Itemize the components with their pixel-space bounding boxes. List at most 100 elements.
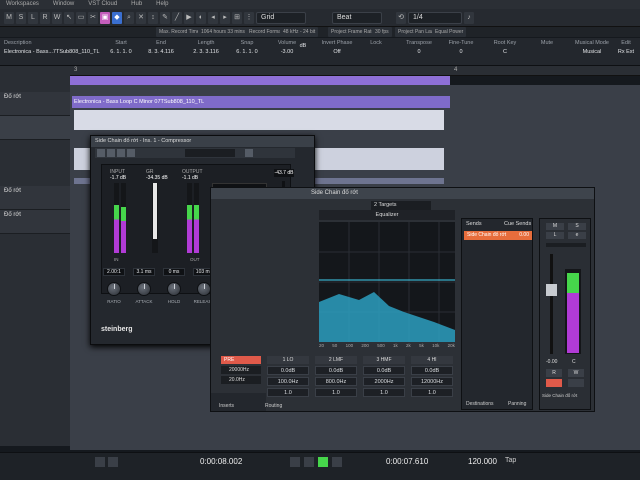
solo-button[interactable]: S (568, 223, 586, 230)
col-value[interactable]: 0 (404, 49, 434, 55)
track-header[interactable]: Đố rớt (0, 210, 70, 234)
threshold-value[interactable]: -43.7 dB (274, 169, 294, 177)
plugin-title-bar[interactable]: Side Chain đố rớt - Ins. 1 - Compressor (91, 136, 314, 147)
eq-spectrum-display[interactable] (319, 222, 455, 342)
info-rootkey[interactable]: Root Key C (490, 40, 520, 55)
destinations-tab[interactable]: Destinations (466, 401, 494, 407)
info-musical-mode[interactable]: Musical Mode Musical (572, 40, 612, 55)
read-button[interactable]: R (40, 11, 50, 24)
zoom-tool-icon[interactable]: ⌕ (124, 11, 134, 24)
line-tool-icon[interactable]: ╱ (172, 11, 182, 24)
tap-button[interactable]: Tap (505, 457, 525, 469)
eq-band-q[interactable]: 1.0 (315, 388, 357, 397)
tempo-display[interactable]: 120.000 (468, 457, 508, 469)
sends-tab[interactable]: Sends (466, 221, 482, 227)
snap-icon[interactable]: ⊞ (232, 11, 242, 24)
play-icon[interactable] (318, 457, 328, 467)
eq-band-freq[interactable]: 100.0Hz (267, 377, 309, 386)
info-length[interactable]: Length 2. 3. 3.116 (186, 40, 226, 55)
hicut-value[interactable]: 20000Hz (221, 366, 261, 374)
cue-sends-tab[interactable]: Cue Sends (504, 221, 531, 227)
track-name[interactable]: Đố rớt (4, 212, 21, 218)
volume-value[interactable]: -0.00 (546, 359, 557, 365)
param-value[interactable]: 2.00:1 (103, 268, 125, 276)
eq-band-header[interactable]: 1 LO (267, 356, 309, 364)
eq-band-gain[interactable]: 0.0dB (363, 366, 405, 375)
cycle-range[interactable] (70, 76, 450, 85)
param-knob[interactable] (167, 282, 181, 296)
preset-field[interactable] (185, 149, 235, 157)
channel-title-bar[interactable]: Side Chain đố rớt (211, 188, 594, 199)
read-icon[interactable] (117, 149, 125, 157)
color-tool-icon[interactable]: ◐ (196, 11, 206, 24)
col-value[interactable]: Rx Ext (614, 49, 638, 55)
info-end[interactable]: End 8. 3. 4.116 (142, 40, 180, 55)
preset-menu-icon[interactable] (245, 149, 253, 157)
mute-button[interactable]: M (546, 223, 564, 230)
send-target[interactable]: Side Chain đố rớt (467, 232, 506, 238)
edit-button[interactable]: e (568, 232, 586, 239)
pre-button[interactable]: PRE (221, 356, 261, 364)
col-value[interactable]: 2. 3. 3.116 (186, 49, 226, 55)
write-button[interactable]: W (568, 369, 584, 377)
grid-select[interactable]: Grid (256, 11, 306, 24)
mute-tool-icon[interactable]: ✕ (136, 11, 146, 24)
col-value[interactable]: 8. 3. 4.116 (142, 49, 180, 55)
fader-handle[interactable] (546, 284, 557, 296)
object-select-icon[interactable]: ↖ (64, 11, 74, 24)
locator-display[interactable]: 0:00:07.610 (386, 457, 446, 469)
eq-band-q[interactable]: 1.0 (411, 388, 453, 397)
track-header[interactable]: Đố rớt (0, 186, 70, 210)
inserts-tab[interactable]: Inserts (219, 403, 234, 409)
menu-hub[interactable]: Hub (131, 0, 142, 9)
param-value[interactable]: 3.1 ms (133, 268, 155, 276)
glue-tool-icon[interactable]: ▣ (100, 11, 110, 24)
col-value[interactable]: C (490, 49, 520, 55)
bypass-icon[interactable] (107, 149, 115, 157)
erase-tool-icon[interactable]: ◆ (112, 11, 122, 24)
quantize-apply-icon[interactable]: ♪ (464, 11, 474, 24)
track-name[interactable]: Đố rớt (4, 94, 21, 100)
eq-band-gain[interactable]: 0.0dB (267, 366, 309, 375)
rewind-icon[interactable] (95, 457, 105, 467)
eq-band-q[interactable]: 1.0 (267, 388, 309, 397)
record-icon[interactable] (332, 457, 342, 467)
eq-band-header[interactable]: 3 HMF (363, 356, 405, 364)
col-value[interactable]: Electronica - Bass...7TSub808_110_TL (4, 49, 104, 55)
eq-band-freq[interactable]: 2000Hz (363, 377, 405, 386)
timewarp-icon[interactable]: ↕ (148, 11, 158, 24)
track-header[interactable]: Đố rớt (0, 92, 70, 116)
param-knob[interactable] (137, 282, 151, 296)
info-description[interactable]: Description Electronica - Bass...7TSub808… (4, 40, 104, 55)
read-button[interactable]: R (546, 369, 562, 377)
info-edit[interactable]: Edit Rx Ext (614, 40, 638, 55)
range-tool-icon[interactable]: ▭ (76, 11, 86, 24)
eq-band-q[interactable]: 1.0 (363, 388, 405, 397)
quantize-icon[interactable]: ⟲ (396, 11, 406, 24)
menu-vst-cloud[interactable]: VST Cloud (88, 0, 117, 9)
send-level[interactable]: 0.00 (519, 231, 529, 240)
record-enable-button[interactable] (546, 379, 562, 387)
eq-band-gain[interactable]: 0.0dB (411, 366, 453, 375)
power-icon[interactable] (97, 149, 105, 157)
split-tool-icon[interactable]: ✂ (88, 11, 98, 24)
col-value[interactable]: 0 (446, 49, 476, 55)
info-finetune[interactable]: Fine-Tune 0 (446, 40, 476, 55)
write-icon[interactable] (127, 149, 135, 157)
track-name[interactable]: Đố rớt (4, 188, 21, 194)
param-knob[interactable] (197, 282, 211, 296)
listen-button[interactable]: L (546, 232, 564, 239)
col-value[interactable]: -3.00 (270, 49, 304, 55)
info-mute[interactable]: Mute (535, 40, 559, 49)
menu-workspaces[interactable]: Workspaces (6, 0, 39, 9)
info-start[interactable]: Start 6. 1. 1. 0 (104, 40, 138, 55)
eq-band-freq[interactable]: 12000Hz (411, 377, 453, 386)
forward-icon[interactable] (108, 457, 118, 467)
position-display[interactable]: 0:00:08.002 (200, 457, 260, 469)
quantize-select[interactable]: 1/4 (408, 11, 462, 24)
menu-help[interactable]: Help (156, 0, 168, 9)
fader-track[interactable] (550, 254, 553, 354)
draw-tool-icon[interactable]: ✎ (160, 11, 170, 24)
eq-band-gain[interactable]: 0.0dB (315, 366, 357, 375)
col-value[interactable]: Off (316, 49, 358, 55)
